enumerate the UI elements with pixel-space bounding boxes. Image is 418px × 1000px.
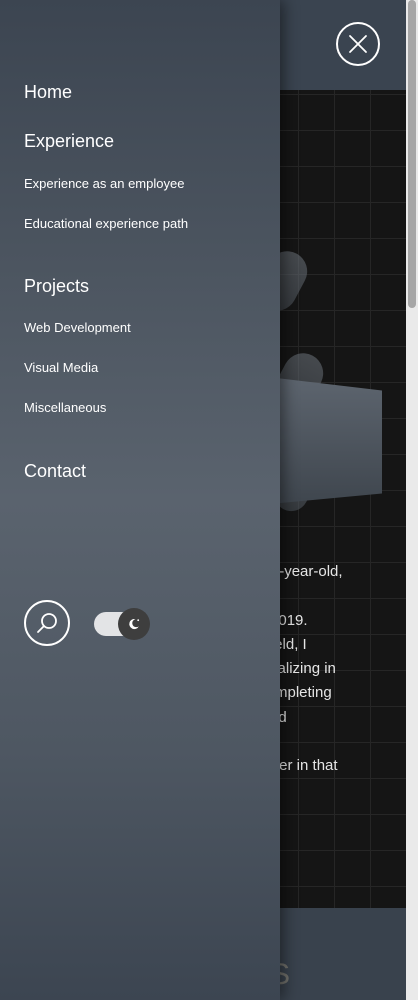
nav-experience-education-link[interactable]: Educational experience path	[24, 216, 188, 231]
nav-experience-employee-link[interactable]: Experience as an employee	[24, 176, 184, 191]
search-button[interactable]	[24, 600, 70, 646]
close-menu-button[interactable]	[336, 22, 380, 66]
navigation-drawer: Home Experience Experience as an employe…	[0, 0, 280, 1000]
page-scrollbar[interactable]	[406, 0, 418, 1000]
nav-contact-link[interactable]: Contact	[24, 461, 86, 482]
nav-projects-visualmedia-link[interactable]: Visual Media	[24, 360, 98, 375]
theme-toggle[interactable]	[94, 608, 152, 640]
nav-home-link[interactable]: Home	[24, 82, 72, 103]
moon-icon	[129, 619, 140, 630]
search-icon	[37, 613, 57, 633]
scrollbar-thumb[interactable]	[408, 0, 416, 308]
theme-toggle-knob	[118, 608, 150, 640]
nav-experience-heading[interactable]: Experience	[24, 131, 114, 152]
hero-decorative-panel	[270, 377, 382, 504]
nav-projects-misc-link[interactable]: Miscellaneous	[24, 400, 106, 415]
close-icon	[349, 35, 367, 53]
nav-projects-heading[interactable]: Projects	[24, 276, 89, 297]
nav-projects-webdev-link[interactable]: Web Development	[24, 320, 131, 335]
